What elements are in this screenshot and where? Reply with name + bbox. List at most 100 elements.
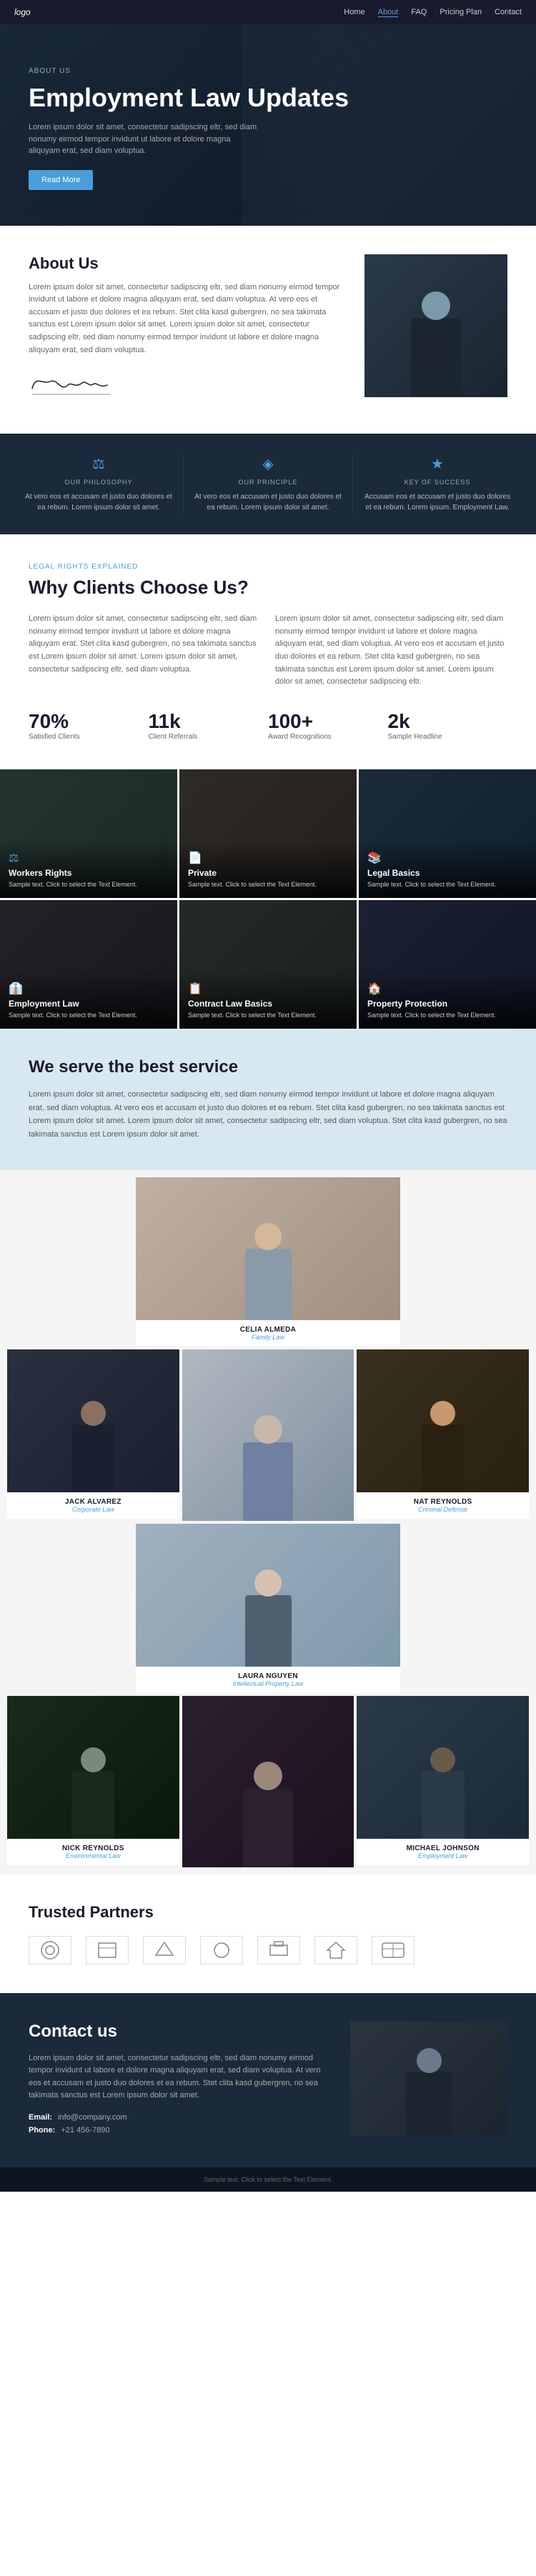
serve-text: Lorem ipsum dolor sit amet, consectetur …: [29, 1088, 507, 1142]
philosophy-item-1: ⚖ OUR PHILOSOPHY At vero eos et accusam …: [14, 455, 184, 513]
team-card-celia: CELIA ALMEDA Family Law: [136, 1177, 400, 1347]
why-columns: Lorem ipsum dolor sit amet, consectetur …: [29, 613, 507, 689]
partners-heading: Trusted Partners: [29, 1903, 507, 1922]
philosophy-icon-2: ◈: [194, 455, 342, 473]
service-card-6[interactable]: 🏠 Property Protection Sample text. Click…: [359, 900, 536, 1029]
team-row-1: CELIA ALMEDA Family Law: [7, 1177, 529, 1347]
service-sub-3: Sample text. Click to select the Text El…: [367, 880, 527, 889]
services-grid: ⚖ Workers Rights Sample text. Click to s…: [0, 769, 536, 1029]
stat-label-4: Sample Headline: [388, 733, 494, 741]
philosophy-item-2: ◈ OUR PRINCIPLE At vero eos et accusam e…: [184, 455, 353, 513]
service-overlay-4: 👔 Employment Law Sample text. Click to s…: [0, 971, 177, 1029]
philosophy-text-3: Accusam eos et accusam et justo duo dolo…: [364, 491, 511, 513]
nav-home[interactable]: Home: [344, 8, 364, 17]
team-card-nat: NAT REYNOLDS Criminal Defense: [357, 1349, 529, 1521]
about-heading: About Us: [29, 254, 343, 273]
contact-left: Contact us Lorem ipsum dolor sit amet, c…: [29, 2022, 329, 2139]
hero-content: ABOUT US Employment Law Updates Lorem ip…: [29, 67, 507, 190]
service-card-2[interactable]: 📄 Private Sample text. Click to select t…: [179, 769, 357, 898]
team-name-nick: NICK REYNOLDS: [14, 1844, 172, 1852]
philosophy-label-1: OUR PHILOSOPHY: [25, 479, 172, 486]
about-left: About Us Lorem ipsum dolor sit amet, con…: [29, 254, 343, 406]
nav-about[interactable]: About: [378, 8, 399, 17]
service-icon-3: 📚: [367, 851, 527, 865]
service-card-4[interactable]: 👔 Employment Law Sample text. Click to s…: [0, 900, 177, 1029]
service-sub-2: Sample text. Click to select the Text El…: [188, 880, 348, 889]
team-role-laura: Intellectual Property Law: [143, 1680, 393, 1687]
stat-label-2: Client Referrals: [149, 733, 254, 741]
service-icon-4: 👔: [9, 982, 169, 996]
philosophy-strip: ⚖ OUR PHILOSOPHY At vero eos et accusam …: [0, 434, 536, 534]
stat-1: 70% Satisfied Clients: [29, 710, 149, 741]
service-title-6: Property Protection: [367, 999, 527, 1009]
why-col-2: Lorem ipsum dolor sit amet, consectetur …: [275, 613, 507, 689]
contact-image: [350, 2022, 507, 2139]
stat-number-2: 11k: [149, 710, 254, 733]
signature: [29, 367, 343, 405]
team-spacer-right-1: [400, 1177, 529, 1347]
footer: Sample text. Click to select the Text El…: [0, 2167, 536, 2192]
contact-photo: [350, 2022, 507, 2136]
stat-number-1: 70%: [29, 710, 134, 733]
team-spacer-left-1: [7, 1177, 136, 1347]
philosophy-label-2: OUR PRINCIPLE: [194, 479, 342, 486]
team-name-michael: MICHAEL JOHNSON: [364, 1844, 522, 1852]
philosophy-text-2: At vero eos et accusam et justo duo dolo…: [194, 491, 342, 513]
team-role-nick: Environmental Law: [14, 1852, 172, 1859]
team-card-michael: MICHAEL JOHNSON Employment Law: [357, 1696, 529, 1867]
partner-logo-6: [314, 1936, 357, 1965]
navbar: logo Home About FAQ Pricing Plan Contact: [0, 0, 536, 24]
service-icon-2: 📄: [188, 851, 348, 865]
stat-label-3: Award Recognitions: [268, 733, 374, 741]
hero-label: ABOUT US: [29, 67, 507, 75]
about-photo: [364, 254, 507, 397]
team-name-celia: CELIA ALMEDA: [143, 1326, 393, 1334]
team-row-4: NICK REYNOLDS Environmental Law MICHAEL …: [7, 1696, 529, 1867]
service-icon-1: ⚖: [9, 851, 169, 865]
team-name-nat: NAT REYNOLDS: [364, 1498, 522, 1506]
philosophy-text-1: At vero eos et accusam et justo duo dolo…: [25, 491, 172, 513]
nav-faq[interactable]: FAQ: [411, 8, 427, 17]
service-card-1[interactable]: ⚖ Workers Rights Sample text. Click to s…: [0, 769, 177, 898]
philosophy-item-3: ★ KEY OF SUCCESS Accusam eos et accusam …: [353, 455, 522, 513]
service-sub-1: Sample text. Click to select the Text El…: [9, 880, 169, 889]
stats-row: 70% Satisfied Clients 11k Client Referra…: [29, 710, 507, 741]
team-info-nick: NICK REYNOLDS Environmental Law: [7, 1839, 179, 1865]
service-title-4: Employment Law: [9, 999, 169, 1009]
why-label: LEGAL RIGHTS EXPLAINED: [29, 563, 507, 571]
service-title-3: Legal Basics: [367, 868, 527, 878]
about-text: Lorem ipsum dolor sit amet, consectetur …: [29, 281, 343, 357]
service-card-5[interactable]: 📋 Contract Law Basics Sample text. Click…: [179, 900, 357, 1029]
stat-4: 2k Sample Headline: [388, 710, 508, 741]
nav-pricing[interactable]: Pricing Plan: [440, 8, 482, 17]
service-sub-5: Sample text. Click to select the Text El…: [188, 1011, 348, 1020]
partner-logo-5: [257, 1936, 300, 1965]
team-card-center-photo: [182, 1349, 354, 1521]
partners-row: [29, 1936, 507, 1965]
stat-2: 11k Client Referrals: [149, 710, 269, 741]
service-card-3[interactable]: 📚 Legal Basics Sample text. Click to sel…: [359, 769, 536, 898]
nav-links: Home About FAQ Pricing Plan Contact: [344, 8, 522, 17]
service-title-2: Private: [188, 868, 348, 878]
contact-email-value: info@company.com: [58, 2113, 127, 2122]
team-role-celia: Family Law: [143, 1334, 393, 1341]
team-name-laura: LAURA NGUYEN: [143, 1672, 393, 1680]
stat-number-4: 2k: [388, 710, 494, 733]
team-info-laura: LAURA NGUYEN Intellectual Property Law: [136, 1667, 400, 1693]
hero-read-more-button[interactable]: Read More: [29, 170, 93, 190]
nav-contact[interactable]: Contact: [495, 8, 522, 17]
team-card-nick: NICK REYNOLDS Environmental Law: [7, 1696, 179, 1867]
philosophy-icon-1: ⚖: [25, 455, 172, 473]
team-card-jack: JACK ALVAREZ Corporate Law: [7, 1349, 179, 1521]
team-card-laura: LAURA NGUYEN Intellectual Property Law: [136, 1524, 400, 1693]
partner-logo-1: [29, 1936, 71, 1965]
stat-number-3: 100+: [268, 710, 374, 733]
service-icon-6: 🏠: [367, 982, 527, 996]
contact-email-line: Email: info@company.com: [29, 2113, 329, 2122]
service-title-1: Workers Rights: [9, 868, 169, 878]
team-info-celia: CELIA ALMEDA Family Law: [136, 1320, 400, 1347]
team-info-jack: JACK ALVAREZ Corporate Law: [7, 1492, 179, 1519]
team-card-center-photo-2: [182, 1696, 354, 1867]
partner-logo-3: [143, 1936, 186, 1965]
serve-section: We serve the best service Lorem ipsum do…: [0, 1029, 536, 1170]
